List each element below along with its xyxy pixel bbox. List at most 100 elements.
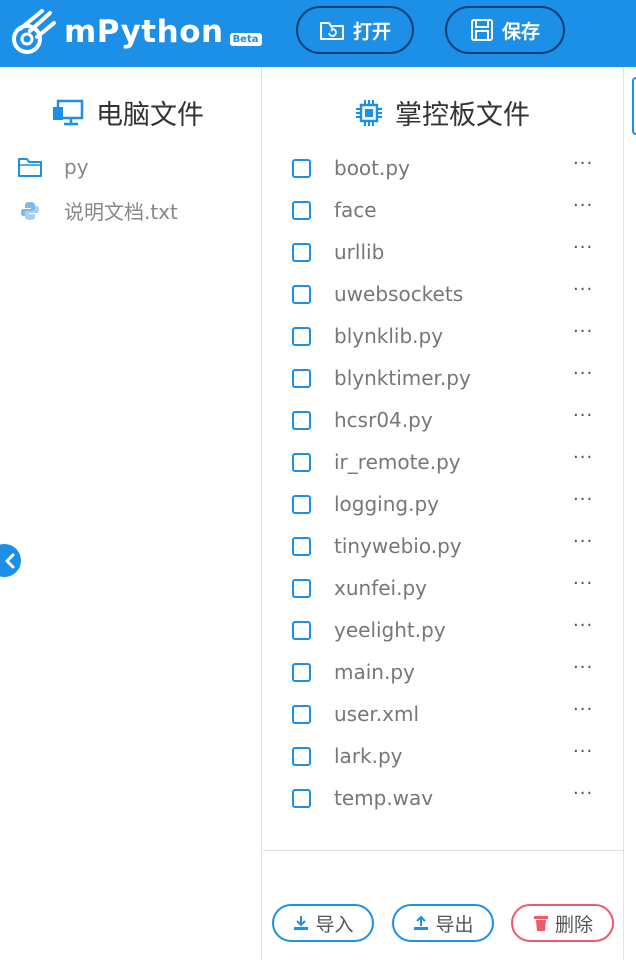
file-checkbox[interactable] (292, 368, 311, 388)
computer-file-name: py (64, 155, 89, 179)
file-checkbox[interactable] (292, 536, 311, 556)
import-button[interactable]: 导入 (272, 904, 374, 942)
board-file-name: face (334, 198, 377, 222)
board-file-name: hcsr04.py (334, 408, 433, 432)
file-checkbox[interactable] (292, 410, 311, 430)
more-options-icon[interactable]: ··· (573, 615, 593, 636)
file-checkbox[interactable] (292, 158, 311, 178)
more-options-icon[interactable]: ··· (573, 279, 593, 300)
side-tab-strip (623, 67, 636, 960)
save-button[interactable]: 保存 (445, 6, 565, 54)
more-options-icon[interactable]: ··· (573, 657, 593, 678)
board-file-row[interactable]: hcsr04.py ··· (263, 399, 623, 441)
chip-icon (356, 99, 382, 126)
computer-file-name: 说明文档.txt (64, 200, 178, 224)
import-button-label: 导入 (315, 913, 354, 936)
board-file-row[interactable]: user.xml ··· (263, 693, 623, 735)
export-button[interactable]: 导出 (392, 904, 494, 942)
export-icon (414, 915, 429, 930)
more-options-icon[interactable]: ··· (573, 531, 593, 552)
python-icon (18, 200, 42, 222)
board-file-row[interactable]: temp.wav ··· (263, 777, 623, 819)
more-options-icon[interactable]: ··· (573, 195, 593, 216)
board-file-row[interactable]: tinywebio.py ··· (263, 525, 623, 567)
board-file-row[interactable]: uwebsockets ··· (263, 273, 623, 315)
board-file-row[interactable]: lark.py ··· (263, 735, 623, 777)
more-options-icon[interactable]: ··· (573, 237, 593, 258)
list-divider (263, 850, 623, 851)
file-checkbox[interactable] (292, 284, 311, 304)
board-file-row[interactable]: logging.py ··· (263, 483, 623, 525)
board-file-row[interactable]: boot.py ··· (263, 147, 623, 189)
file-checkbox[interactable] (292, 704, 311, 724)
computer-files-title: 电脑文件 (52, 93, 204, 132)
board-file-name: blynklib.py (334, 324, 444, 348)
board-file-row[interactable]: xunfei.py ··· (263, 567, 623, 609)
export-button-label: 导出 (435, 913, 474, 936)
computer-files-title-label: 电脑文件 (96, 100, 204, 131)
app-name: mPython (64, 14, 224, 50)
collapse-panel-button[interactable] (0, 544, 21, 577)
more-options-icon[interactable]: ··· (573, 363, 593, 384)
more-options-icon[interactable]: ··· (573, 447, 593, 468)
file-checkbox[interactable] (292, 620, 311, 640)
import-icon (294, 916, 309, 930)
more-options-icon[interactable]: ··· (573, 699, 593, 720)
folder-open-icon (319, 22, 344, 40)
file-checkbox[interactable] (292, 578, 311, 598)
board-file-name: main.py (334, 660, 415, 684)
board-file-name: logging.py (334, 492, 439, 516)
computer-file-item[interactable]: 说明文档.txt (18, 196, 178, 225)
board-files-title: 掌控板文件 (355, 93, 530, 132)
more-options-icon[interactable]: ··· (573, 405, 593, 426)
board-file-name: blynktimer.py (334, 366, 471, 390)
delete-button[interactable]: 删除 (511, 904, 614, 942)
open-button[interactable]: 打开 (296, 6, 414, 54)
beta-badge: Beta (229, 32, 262, 46)
mpython-logo-icon (12, 9, 56, 54)
board-file-name: user.xml (334, 702, 420, 726)
board-file-name: uwebsockets (334, 282, 464, 306)
board-file-row[interactable]: main.py ··· (263, 651, 623, 693)
board-file-row[interactable]: blynktimer.py ··· (263, 357, 623, 399)
board-file-row[interactable]: face ··· (263, 189, 623, 231)
computer-files-panel: 电脑文件 py 说明文档.txt (0, 67, 262, 960)
more-options-icon[interactable]: ··· (573, 489, 593, 510)
board-file-row[interactable]: ir_remote.py ··· (263, 441, 623, 483)
computer-icon (53, 99, 84, 125)
side-tab-handle[interactable] (632, 77, 636, 135)
more-options-icon[interactable]: ··· (573, 573, 593, 594)
file-checkbox[interactable] (292, 326, 311, 346)
save-button-label: 保存 (501, 20, 540, 43)
board-file-row[interactable]: blynklib.py ··· (263, 315, 623, 357)
board-file-name: lark.py (334, 744, 403, 768)
board-file-name: ir_remote.py (334, 450, 461, 474)
board-file-name: temp.wav (334, 786, 434, 810)
board-file-name: xunfei.py (334, 576, 427, 600)
computer-file-item[interactable]: py (18, 155, 89, 179)
file-checkbox[interactable] (292, 662, 311, 682)
board-file-name: boot.py (334, 156, 410, 180)
board-file-row[interactable]: yeelight.py ··· (263, 609, 623, 651)
more-options-icon[interactable]: ··· (573, 153, 593, 174)
file-checkbox[interactable] (292, 452, 311, 472)
app-header: mPython Beta 打开 保存 (0, 0, 636, 67)
more-options-icon[interactable]: ··· (573, 783, 593, 804)
board-files-title-label: 掌控板文件 (395, 100, 530, 131)
board-file-name: tinywebio.py (334, 534, 462, 558)
file-checkbox[interactable] (292, 746, 311, 766)
board-file-row[interactable]: urllib ··· (263, 231, 623, 273)
file-checkbox[interactable] (292, 200, 311, 220)
board-file-name: yeelight.py (334, 618, 446, 642)
delete-button-label: 删除 (554, 913, 593, 936)
more-options-icon[interactable]: ··· (573, 321, 593, 342)
file-checkbox[interactable] (292, 494, 311, 514)
file-checkbox[interactable] (292, 788, 311, 808)
more-options-icon[interactable]: ··· (573, 741, 593, 762)
board-file-name: urllib (334, 240, 385, 264)
save-icon (470, 19, 493, 41)
folder-icon (18, 156, 42, 178)
chevron-left-icon (5, 553, 14, 568)
trash-icon (533, 916, 548, 931)
file-checkbox[interactable] (292, 242, 311, 262)
